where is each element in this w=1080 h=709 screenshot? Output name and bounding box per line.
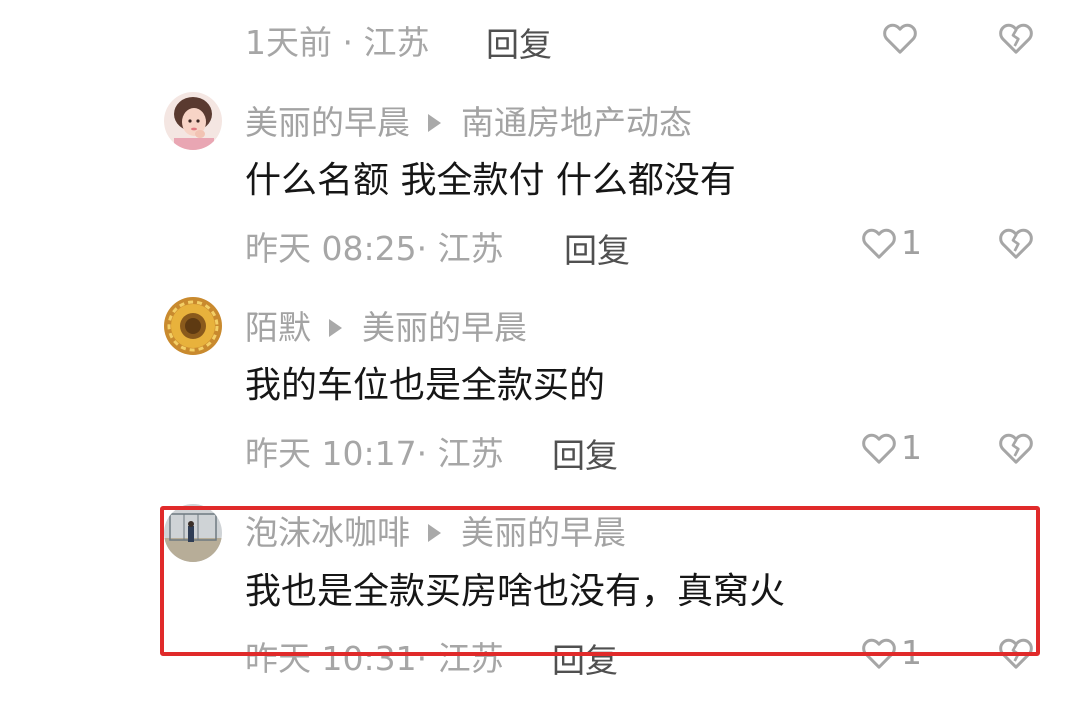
reply-button[interactable]: 回复 xyxy=(486,25,552,65)
reply-button[interactable]: 回复 xyxy=(552,436,618,476)
heart-outline-icon xyxy=(862,228,896,259)
heart-outline-icon xyxy=(862,433,896,464)
like-count: 1 xyxy=(901,223,922,262)
like-button[interactable]: 1 xyxy=(859,428,922,468)
reply-arrow-icon xyxy=(329,319,342,337)
heart-outline-icon xyxy=(883,23,917,54)
username[interactable]: 陌默 xyxy=(245,308,311,348)
comment-time-location: 1天前 · 江苏 xyxy=(245,23,430,62)
dislike-button[interactable] xyxy=(996,18,1036,62)
reply-to-username[interactable]: 南通房地产动态 xyxy=(461,103,692,143)
username[interactable]: 美丽的早晨 xyxy=(245,103,410,143)
like-button[interactable] xyxy=(880,18,922,58)
comment-time-location: 昨天 10:17· 江苏 xyxy=(245,434,504,473)
comment-item: 陌默 美丽的早晨 我的车位也是全款买的 昨天 10:17· 江苏 回复 1 xyxy=(0,285,1080,485)
comment-header: 陌默 美丽的早晨 xyxy=(245,308,527,348)
comment-time-location: 昨天 08:25· 江苏 xyxy=(245,229,504,268)
comment-content: 我的车位也是全款买的 xyxy=(245,365,606,406)
like-count: 1 xyxy=(901,428,922,467)
broken-heart-icon xyxy=(999,23,1033,54)
comment-content: 什么名额 我全款付 什么都没有 xyxy=(245,160,736,201)
comment-item: 美丽的早晨 南通房地产动态 什么名额 我全款付 什么都没有 昨天 08:25· … xyxy=(0,80,1080,280)
comment-header: 美丽的早晨 南通房地产动态 xyxy=(245,103,692,143)
broken-heart-icon xyxy=(999,228,1033,259)
highlight-box xyxy=(160,506,1040,656)
broken-heart-icon xyxy=(999,433,1033,464)
avatar[interactable] xyxy=(164,297,222,355)
dislike-button[interactable] xyxy=(996,428,1036,472)
avatar[interactable] xyxy=(164,92,222,150)
like-button[interactable]: 1 xyxy=(859,223,922,263)
reply-arrow-icon xyxy=(428,114,441,132)
reply-to-username[interactable]: 美丽的早晨 xyxy=(362,308,527,348)
reply-button[interactable]: 回复 xyxy=(564,231,630,271)
dislike-button[interactable] xyxy=(996,223,1036,267)
comment-item: 1天前 · 江苏 回复 xyxy=(0,0,1080,80)
